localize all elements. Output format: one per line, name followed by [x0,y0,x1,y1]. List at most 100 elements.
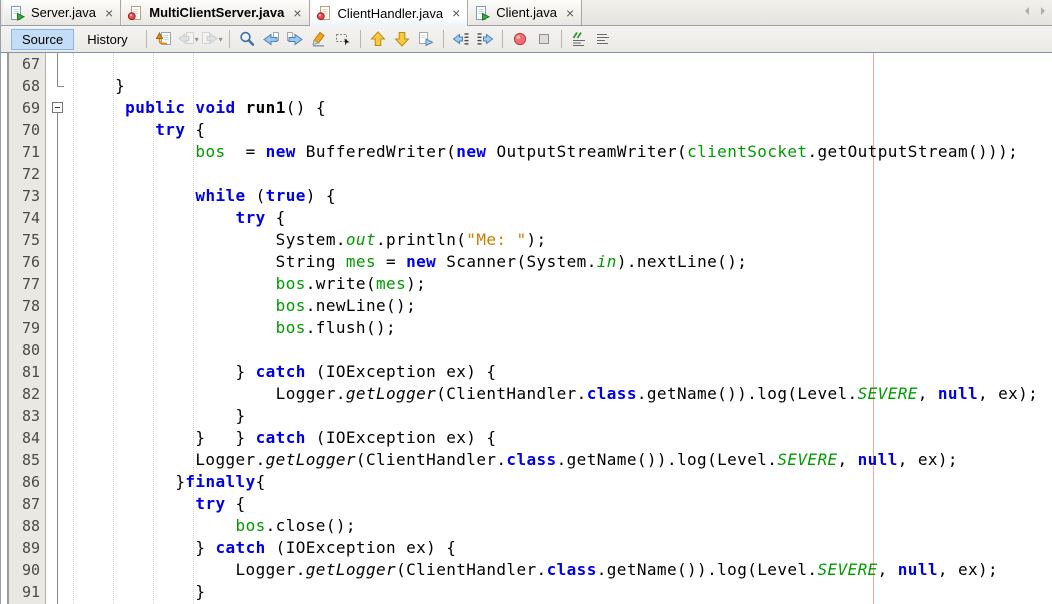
code-token: bos [276,296,306,315]
editor-toolbar: Source History ▾▾ [1,26,1052,53]
source-button[interactable]: Source [11,29,74,50]
code-token: in [597,252,617,271]
code-line-67[interactable] [46,53,1052,75]
line-number: 90 [9,559,45,581]
code-token: { [256,472,266,491]
code-token: class [506,450,556,469]
code-lines: } public void run1() { try { bos = new B… [46,53,1052,603]
code-token: } [75,538,215,557]
close-icon[interactable]: × [566,6,574,20]
line-number: 79 [9,317,45,339]
code-token: .getName()).log(Level. [557,450,778,469]
code-token: bos [276,274,306,293]
code-token: = [226,142,266,161]
last-edit-location-icon[interactable] [152,28,176,50]
rectangular-selection-icon[interactable] [331,28,355,50]
tab-clienthandler-java[interactable]: ClientHandler.java× [310,0,469,26]
code-line-78[interactable]: bos.newLine(); [46,295,1052,317]
toggle-bookmark-icon[interactable] [414,28,438,50]
code-line-75[interactable]: System.out.println("Me: "); [46,229,1052,251]
previous-occurrence-icon[interactable] [259,28,283,50]
code-token: OutputStreamWriter( [486,142,687,161]
code-pane[interactable]: } public void run1() { try { bos = new B… [46,53,1052,604]
toolbar-separator [229,30,230,48]
code-line-81[interactable]: } catch (IOException ex) { [46,361,1052,383]
close-icon[interactable]: × [452,6,460,20]
code-line-77[interactable]: bos.write(mes); [46,273,1052,295]
shift-line-left-icon[interactable] [449,28,473,50]
tab-label: Client.java [494,5,559,20]
code-line-71[interactable]: bos = new BufferedWriter(new OutputStrea… [46,141,1052,163]
previous-bookmark-icon[interactable] [366,28,390,50]
code-editor[interactable]: 6768697071727374757677787980818283848586… [1,53,1052,604]
code-line-73[interactable]: while (true) { [46,185,1052,207]
record-macro-icon[interactable] [508,28,532,50]
code-token: .write( [306,274,376,293]
tab-scroll-controls [1022,0,1048,25]
code-line-89[interactable]: } catch (IOException ex) { [46,537,1052,559]
code-line-91[interactable]: } [46,581,1052,603]
line-number: 67 [9,53,45,75]
code-line-82[interactable]: Logger.getLogger(ClientHandler.class.get… [46,383,1052,405]
close-icon[interactable]: × [105,6,113,20]
find-selection-icon[interactable] [235,28,259,50]
code-line-84[interactable]: } } catch (IOException ex) { [46,427,1052,449]
comment-icon[interactable] [567,28,591,50]
forward-icon[interactable]: ▾ [200,28,224,50]
code-line-69[interactable]: public void run1() { [46,97,1052,119]
code-token: } [75,472,185,491]
code-token: , [878,560,898,579]
code-token [75,208,236,227]
back-icon[interactable]: ▾ [176,28,200,50]
code-line-87[interactable]: try { [46,493,1052,515]
stop-macro-icon[interactable] [532,28,556,50]
code-token: Scanner(System. [436,252,597,271]
tab-client-java[interactable]: Client.java × [468,0,582,25]
code-token: new [266,142,296,161]
history-button[interactable]: History [76,29,138,50]
code-token: { [185,120,205,139]
next-occurrence-icon[interactable] [283,28,307,50]
code-token: Logger. [75,560,306,579]
next-bookmark-icon[interactable] [390,28,414,50]
tab-label: Server.java [29,5,98,20]
code-line-83[interactable]: } [46,405,1052,427]
editor-left-edge [1,53,9,604]
chevron-left-icon[interactable] [1022,4,1032,22]
code-token: run1 [246,98,286,117]
code-line-72[interactable] [46,163,1052,185]
tab-server-java[interactable]: Server.java × [3,0,121,25]
code-token: (ClientHandler. [436,384,587,403]
code-token: catch [256,362,306,381]
code-token: } [75,76,125,95]
code-line-80[interactable] [46,339,1052,361]
code-line-76[interactable]: String mes = new Scanner(System.in).next… [46,251,1052,273]
code-line-90[interactable]: Logger.getLogger(ClientHandler.class.get… [46,559,1052,581]
code-token [185,98,195,117]
line-number-gutter[interactable]: 6768697071727374757677787980818283848586… [9,53,46,604]
toolbar-separator [561,30,562,48]
code-token: (IOException ex) { [306,362,497,381]
code-line-70[interactable]: try { [46,119,1052,141]
code-line-86[interactable]: }finally{ [46,471,1052,493]
tab-multiclientserver-java[interactable]: MultiClientServer.java× [121,0,309,25]
uncomment-icon[interactable] [591,28,615,50]
code-line-79[interactable]: bos.flush(); [46,317,1052,339]
close-icon[interactable]: × [293,6,301,20]
code-line-85[interactable]: Logger.getLogger(ClientHandler.class.get… [46,449,1052,471]
code-token: SEVERE [858,384,918,403]
toggle-highlight-search-icon[interactable] [307,28,331,50]
code-token: ); [527,230,547,249]
code-line-74[interactable]: try { [46,207,1052,229]
code-token: } [75,582,205,601]
chevron-right-icon[interactable] [1038,4,1048,22]
code-token: null [938,384,978,403]
code-token: ); [406,274,426,293]
code-token: null [898,560,938,579]
code-line-88[interactable]: bos.close(); [46,515,1052,537]
code-line-68[interactable]: } [46,75,1052,97]
code-token: void [195,98,235,117]
shift-line-right-icon[interactable] [473,28,497,50]
code-token: ( [246,186,266,205]
code-token: { [226,494,246,513]
